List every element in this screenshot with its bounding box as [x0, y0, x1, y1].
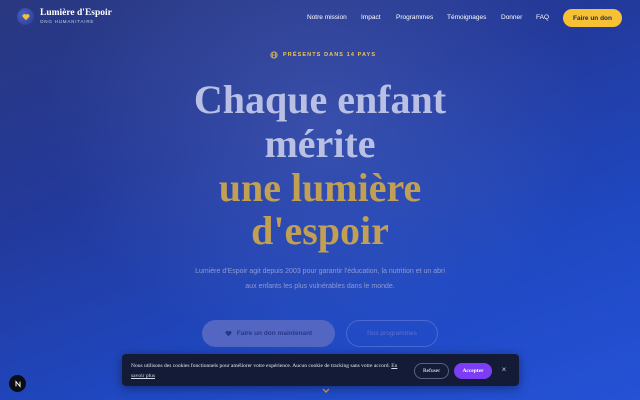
hero-description: Lumière d'Espoir agit depuis 2003 pour g… [195, 268, 445, 290]
donate-now-label: Faire un don maintenant [236, 330, 313, 337]
headline-line-3: une lumière [218, 165, 422, 210]
close-icon[interactable]: × [499, 365, 509, 375]
nav-item-programmes[interactable]: Programmes [396, 14, 433, 21]
badge-text: PRÉSENTS DANS 14 PAYS [283, 52, 377, 58]
accept-cookies-button[interactable]: Accepter [454, 363, 492, 379]
nav-item-impact[interactable]: Impact [361, 14, 381, 21]
programs-button[interactable]: Nos programmes [346, 320, 438, 347]
cookie-banner: Nous utilisons des cookies fonctionnels … [122, 354, 519, 386]
dev-tools-badge[interactable] [9, 375, 26, 392]
presence-badge: PRÉSENTS DANS 14 PAYS [270, 51, 376, 59]
headline-line-2: mérite [264, 121, 376, 166]
chevron-down-icon[interactable] [321, 387, 331, 395]
nav-item-faq[interactable]: FAQ [536, 14, 549, 21]
globe-icon [270, 51, 278, 59]
heart-icon [22, 13, 29, 20]
brand-tagline: ONG HUMANITAIRE [40, 19, 95, 24]
headline-line-1: Chaque enfant [193, 77, 447, 122]
donate-now-button[interactable]: Faire un don maintenant [202, 320, 335, 347]
headline-line-4: d'espoir [251, 208, 389, 253]
top-navigation: Lumière d'Espoir ONG HUMANITAIRE Notre m… [0, 0, 640, 36]
nav-item-donner[interactable]: Donner [501, 14, 522, 21]
cookie-text: Nous utilisons des cookies fonctionnels … [131, 363, 390, 369]
nav-item-temoignages[interactable]: Témoignages [447, 14, 486, 21]
logo [17, 8, 34, 25]
n-logo-icon [15, 379, 20, 388]
brand-name: Lumière d'Espoir [40, 8, 112, 18]
heart-icon [225, 330, 232, 337]
donate-button[interactable]: Faire un don [563, 9, 622, 27]
cookie-message: Nous utilisons des cookies fonctionnels … [131, 361, 411, 381]
refuse-cookies-button[interactable]: Refuser [414, 363, 449, 379]
brand[interactable]: Lumière d'Espoir ONG HUMANITAIRE [17, 8, 112, 25]
nav-item-mission[interactable]: Notre mission [307, 14, 347, 21]
